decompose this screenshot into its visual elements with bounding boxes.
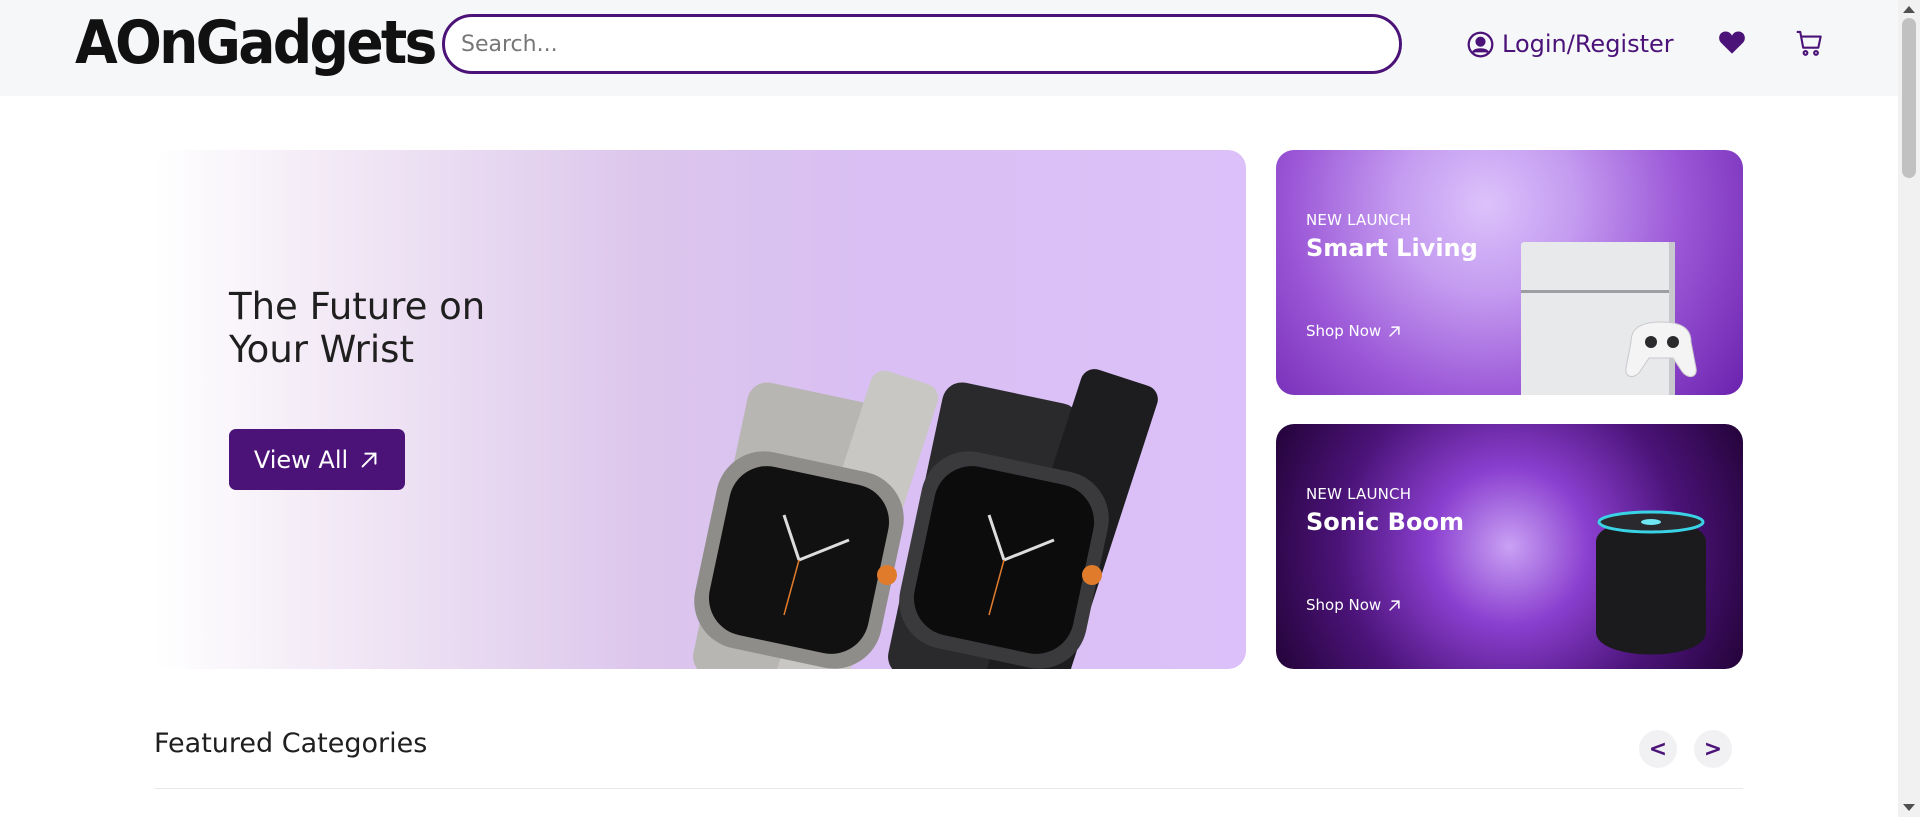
shop-now-label: Shop Now — [1306, 596, 1382, 614]
view-all-label: View All — [253, 445, 349, 474]
arrow-up-right-icon — [1389, 325, 1400, 337]
carousel-prev-button[interactable]: < — [1639, 730, 1677, 768]
shop-now-link[interactable]: Shop Now — [1306, 322, 1402, 340]
search-input[interactable] — [445, 17, 1399, 71]
user-circle-icon — [1467, 31, 1494, 57]
scrollbar-thumb[interactable] — [1902, 18, 1916, 178]
shop-now-link[interactable]: Shop Now — [1306, 596, 1402, 614]
featured-categories-heading: Featured Categories — [154, 728, 428, 759]
page-scrollbar[interactable] — [1898, 0, 1920, 817]
promo-card-sonic-boom[interactable]: NEW LAUNCH Sonic Boom Shop Now — [1276, 424, 1743, 669]
section-divider — [154, 788, 1743, 789]
promo-tag: NEW LAUNCH — [1306, 211, 1412, 229]
login-register-label: Login/Register — [1502, 30, 1674, 58]
site-header: AOnGadgets Login/Register — [0, 0, 1898, 96]
smart-speaker-image — [1596, 510, 1706, 655]
carousel-next-button[interactable]: > — [1694, 730, 1732, 768]
site-logo[interactable]: AOnGadgets — [75, 4, 437, 82]
promo-tag: NEW LAUNCH — [1306, 485, 1412, 503]
heart-icon[interactable] — [1718, 29, 1746, 55]
smartwatches-image — [693, 369, 1158, 669]
view-all-button[interactable]: View All — [229, 429, 405, 490]
page: AOnGadgets Login/Register The Future on … — [0, 0, 1920, 817]
scroll-down-arrow-icon[interactable] — [1903, 804, 1915, 811]
promo-title: Sonic Boom — [1306, 508, 1464, 536]
shop-now-label: Shop Now — [1306, 322, 1382, 340]
login-register-link[interactable]: Login/Register — [1467, 26, 1674, 62]
search-box[interactable] — [442, 14, 1402, 74]
hero-title: The Future on Your Wrist — [229, 285, 486, 371]
hero-banner[interactable]: The Future on Your Wrist View All — [154, 150, 1246, 669]
cart-icon[interactable] — [1795, 29, 1823, 57]
arrow-up-right-icon — [361, 452, 377, 467]
scroll-up-arrow-icon[interactable] — [1903, 6, 1915, 13]
arrow-up-right-icon — [1389, 599, 1400, 611]
promo-card-smart-living[interactable]: NEW LAUNCH Smart Living Shop Now — [1276, 150, 1743, 395]
game-console-image — [1521, 242, 1697, 395]
promo-title: Smart Living — [1306, 234, 1478, 262]
